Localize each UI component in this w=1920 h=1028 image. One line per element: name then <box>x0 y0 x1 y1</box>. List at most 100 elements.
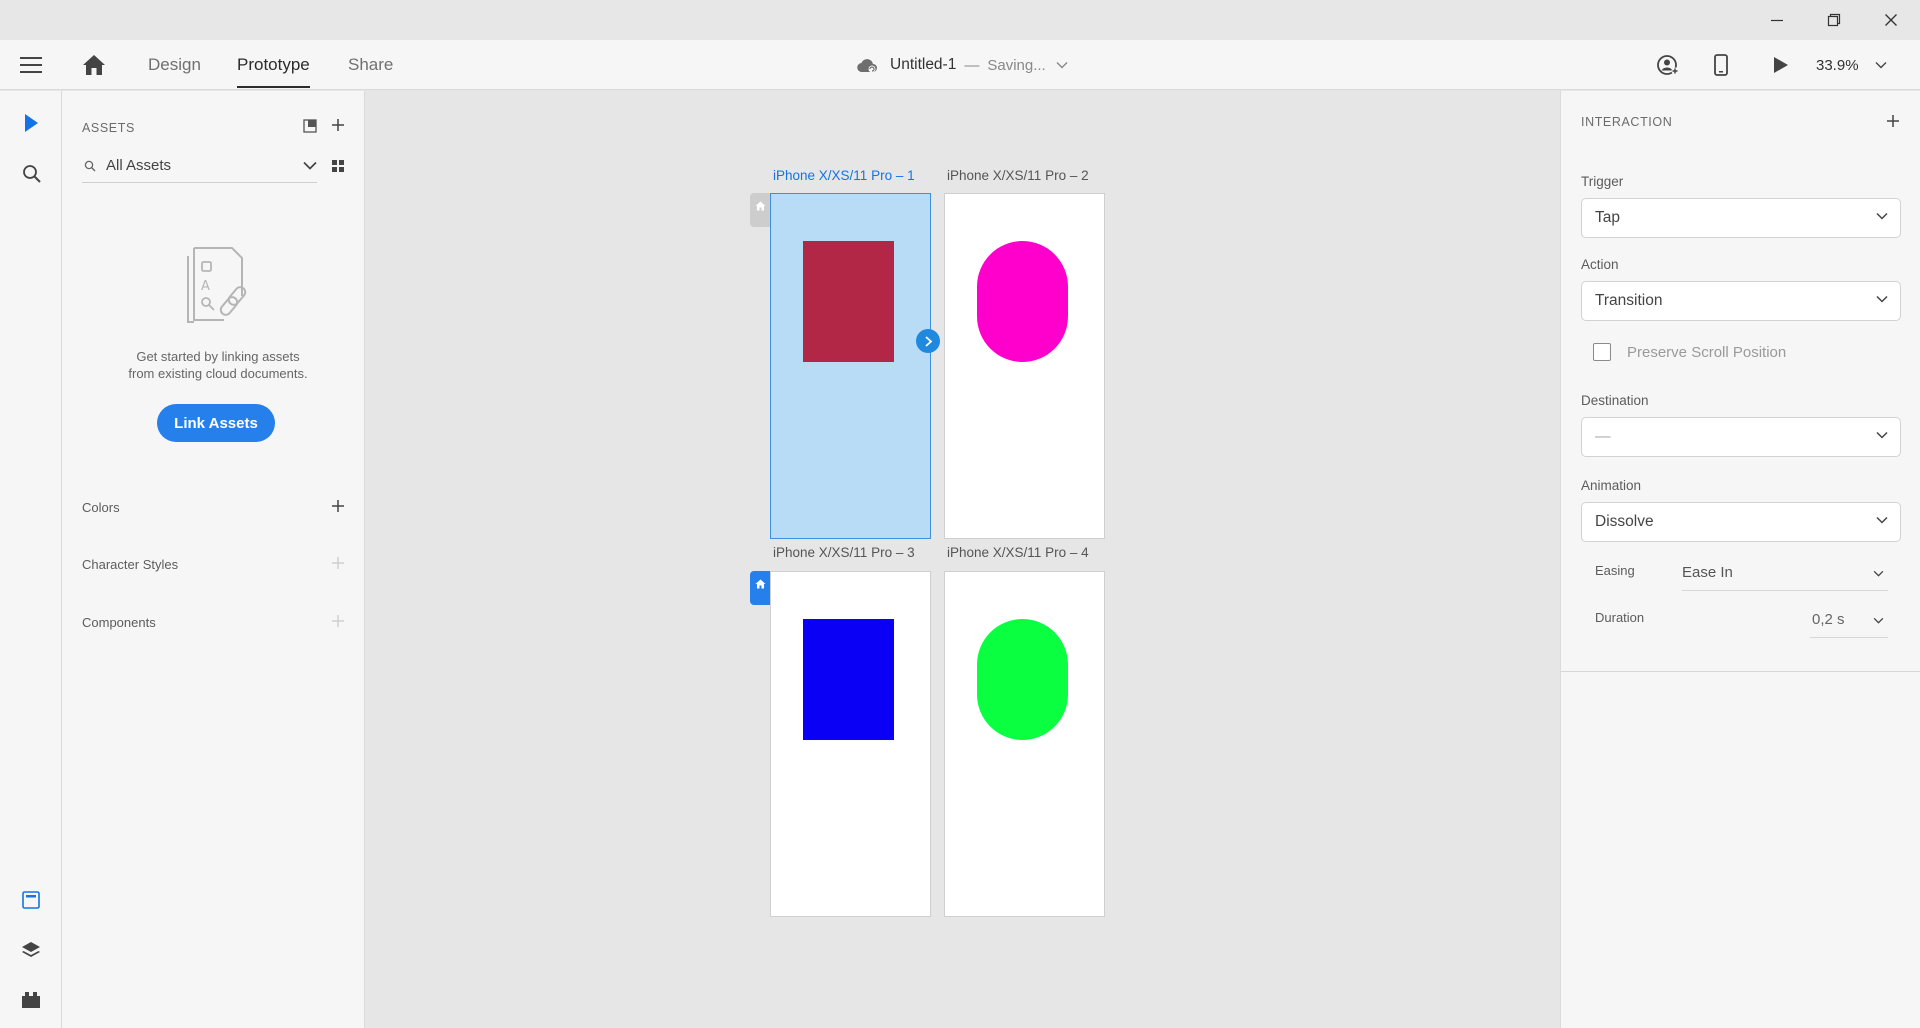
action-value: Transition <box>1595 292 1663 309</box>
open-library-button[interactable] <box>303 119 319 135</box>
plus-icon <box>332 119 344 131</box>
select-icon <box>25 114 38 132</box>
artboard-4-title[interactable]: iPhone X/XS/11 Pro – 4 <box>947 545 1089 560</box>
easing-value: Ease In <box>1682 564 1733 581</box>
home-button[interactable] <box>82 53 106 77</box>
restore-icon <box>1827 13 1841 27</box>
hamburger-menu-button[interactable] <box>20 54 44 76</box>
search-tool-button[interactable] <box>13 155 49 191</box>
empty-state-message: Get started by linking assets from exist… <box>82 348 354 382</box>
plus-icon <box>332 615 344 627</box>
chevron-down-icon <box>1056 62 1068 69</box>
share-for-review-button[interactable] <box>1656 53 1682 77</box>
chevron-down-icon <box>303 161 317 170</box>
search-icon <box>22 164 41 183</box>
plus-icon <box>332 500 344 512</box>
grid-view-toggle[interactable] <box>332 159 346 173</box>
artboard-3-rectangle[interactable] <box>803 619 894 740</box>
plugins-panel-button[interactable] <box>13 982 49 1018</box>
empty-state-line-1: Get started by linking assets <box>136 349 300 364</box>
minimize-button[interactable] <box>1749 0 1805 40</box>
wire-connector-handle[interactable] <box>916 329 940 353</box>
destination-value: — <box>1595 428 1611 445</box>
chevron-down-icon <box>1876 431 1888 439</box>
linked-document-icon: A <box>187 247 247 323</box>
add-interaction-button[interactable] <box>1886 114 1902 130</box>
document-title-menu[interactable]: Untitled-1 — Saving... <box>856 54 1068 76</box>
tab-share[interactable]: Share <box>348 40 393 90</box>
minimize-icon <box>1771 19 1783 22</box>
action-dropdown[interactable]: Transition <box>1581 281 1901 321</box>
external-library-icon <box>303 119 317 133</box>
chevron-down-icon <box>1876 295 1888 303</box>
play-icon <box>1774 57 1788 73</box>
trigger-label: Trigger <box>1581 174 1624 189</box>
chevron-down-icon <box>1875 62 1887 69</box>
linked-assets-illustration: A <box>180 242 256 328</box>
plugins-icon <box>22 992 40 1008</box>
document-title: Untitled-1 <box>890 56 957 73</box>
add-character-style-button <box>331 556 347 572</box>
preserve-scroll-box[interactable] <box>1593 343 1611 361</box>
artboard-4-pill-shape[interactable] <box>977 619 1068 740</box>
zoom-menu[interactable]: 33.9% <box>1816 54 1887 76</box>
artboard-1-rectangle[interactable] <box>803 241 894 362</box>
grid-view-icon <box>332 160 344 172</box>
select-tool-button[interactable] <box>13 105 49 141</box>
assets-header: ASSETS <box>82 121 135 135</box>
character-styles-section-label: Character Styles <box>82 557 179 572</box>
assets-panel: ASSETS All Assets A Get started by linki… <box>62 91 365 1028</box>
preserve-scroll-label: Preserve Scroll Position <box>1627 343 1787 361</box>
plus-icon <box>1887 115 1899 127</box>
assets-panel-button[interactable] <box>13 882 49 918</box>
tool-rail <box>0 91 62 1028</box>
easing-dropdown[interactable]: Ease In <box>1682 555 1888 591</box>
close-window-button[interactable] <box>1863 0 1919 40</box>
action-label: Action <box>1581 257 1619 272</box>
animation-value: Dissolve <box>1595 513 1654 530</box>
artboard-3-home-flag[interactable] <box>750 571 770 605</box>
desktop-preview-button[interactable] <box>1773 54 1795 76</box>
window-titlebar <box>0 0 1920 40</box>
hamburger-icon <box>20 57 42 73</box>
chevron-down-icon <box>1876 212 1888 220</box>
easing-label: Easing <box>1595 563 1635 578</box>
asset-filter-value: All Assets <box>106 157 172 174</box>
restore-button[interactable] <box>1806 0 1862 40</box>
home-icon <box>83 55 105 75</box>
add-color-button[interactable] <box>331 499 347 515</box>
chevron-down-icon <box>1873 570 1884 577</box>
asset-filter-dropdown[interactable]: All Assets <box>82 149 317 183</box>
artboard-4[interactable] <box>944 571 1105 917</box>
save-status: Saving... <box>987 56 1046 74</box>
layers-panel-button[interactable] <box>13 932 49 968</box>
user-share-icon <box>1657 55 1679 75</box>
tab-design[interactable]: Design <box>148 40 201 90</box>
tab-prototype[interactable]: Prototype <box>237 40 310 90</box>
home-icon <box>755 201 765 211</box>
artboard-3[interactable] <box>770 571 931 917</box>
add-asset-button[interactable] <box>331 118 347 134</box>
preserve-scroll-checkbox[interactable]: Preserve Scroll Position <box>1593 342 1786 362</box>
home-icon <box>755 579 765 589</box>
animation-label: Animation <box>1581 478 1642 493</box>
trigger-dropdown[interactable]: Tap <box>1581 198 1901 238</box>
artboard-1[interactable] <box>770 193 931 539</box>
artboard-3-title[interactable]: iPhone X/XS/11 Pro – 3 <box>773 545 915 560</box>
duration-dropdown[interactable]: 0,2 s <box>1810 602 1888 638</box>
animation-dropdown[interactable]: Dissolve <box>1581 502 1901 542</box>
chevron-down-icon <box>1873 617 1884 624</box>
artboard-1-title[interactable]: iPhone X/XS/11 Pro – 1 <box>773 168 915 183</box>
link-assets-button[interactable]: Link Assets <box>157 404 275 442</box>
zoom-level: 33.9% <box>1816 56 1859 74</box>
destination-dropdown[interactable]: — <box>1581 417 1901 457</box>
artboard-1-home-flag[interactable] <box>750 193 770 227</box>
artboard-2-pill-shape[interactable] <box>977 241 1068 362</box>
destination-label: Destination <box>1581 393 1649 408</box>
design-canvas[interactable]: iPhone X/XS/11 Pro – 1 iPhone X/XS/11 Pr… <box>366 91 1560 1028</box>
app-toolbar: Design Prototype Share Untitled-1 — Savi… <box>0 40 1920 90</box>
device-preview-button[interactable] <box>1714 52 1738 78</box>
duration-label: Duration <box>1595 610 1645 625</box>
artboard-2[interactable] <box>944 193 1105 539</box>
artboard-2-title[interactable]: iPhone X/XS/11 Pro – 2 <box>947 168 1089 183</box>
